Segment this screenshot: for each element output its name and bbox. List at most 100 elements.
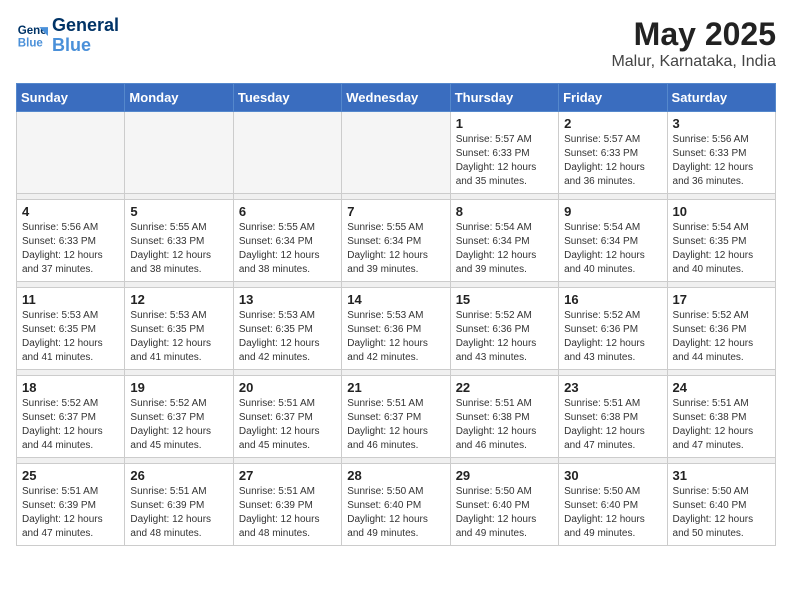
page-header: General Blue General Blue May 2025 Malur… — [16, 16, 776, 71]
day-number: 21 — [347, 380, 444, 395]
day-detail: Sunrise: 5:52 AM Sunset: 6:36 PM Dayligh… — [456, 309, 553, 365]
day-detail: Sunrise: 5:55 AM Sunset: 6:33 PM Dayligh… — [130, 221, 227, 277]
calendar-cell: 8Sunrise: 5:54 AM Sunset: 6:34 PM Daylig… — [450, 200, 558, 282]
weekday-header-friday: Friday — [559, 84, 667, 112]
day-detail: Sunrise: 5:51 AM Sunset: 6:39 PM Dayligh… — [130, 485, 227, 541]
day-number: 12 — [130, 292, 227, 307]
day-detail: Sunrise: 5:52 AM Sunset: 6:37 PM Dayligh… — [22, 397, 119, 453]
day-detail: Sunrise: 5:53 AM Sunset: 6:35 PM Dayligh… — [239, 309, 336, 365]
weekday-header-saturday: Saturday — [667, 84, 775, 112]
title-block: May 2025 Malur, Karnataka, India — [611, 16, 776, 71]
day-detail: Sunrise: 5:54 AM Sunset: 6:34 PM Dayligh… — [564, 221, 661, 277]
day-number: 7 — [347, 204, 444, 219]
day-detail: Sunrise: 5:51 AM Sunset: 6:39 PM Dayligh… — [239, 485, 336, 541]
day-number: 9 — [564, 204, 661, 219]
day-detail: Sunrise: 5:51 AM Sunset: 6:38 PM Dayligh… — [564, 397, 661, 453]
calendar-week-2: 4 Sunrise: 5:56 AM Sunset: 6:33 PM Daylig… — [17, 200, 776, 282]
logo-text: General Blue — [52, 16, 119, 56]
day-detail: Sunrise: 5:51 AM Sunset: 6:38 PM Dayligh… — [456, 397, 553, 453]
calendar-cell: 23 Sunrise: 5:51 AM Sunset: 6:38 PM Dayli… — [559, 376, 667, 458]
calendar-cell: 24Sunrise: 5:51 AM Sunset: 6:38 PM Dayli… — [667, 376, 775, 458]
day-detail: Sunrise: 5:50 AM Sunset: 6:40 PM Dayligh… — [347, 485, 444, 541]
day-number: 25 — [22, 468, 119, 483]
day-number: 17 — [673, 292, 770, 307]
calendar-cell: 7 Sunrise: 5:55 AM Sunset: 6:34 PM Daylig… — [342, 200, 450, 282]
day-detail: Sunrise: 5:56 AM Sunset: 6:33 PM Dayligh… — [22, 221, 119, 277]
weekday-header-sunday: Sunday — [17, 84, 125, 112]
day-number: 27 — [239, 468, 336, 483]
day-number: 6 — [239, 204, 336, 219]
calendar-cell: 26 Sunrise: 5:51 AM Sunset: 6:39 PM Dayli… — [125, 464, 233, 546]
day-detail: Sunrise: 5:54 AM Sunset: 6:34 PM Dayligh… — [456, 221, 553, 277]
day-detail: Sunrise: 5:55 AM Sunset: 6:34 PM Dayligh… — [347, 221, 444, 277]
day-number: 14 — [347, 292, 444, 307]
day-number: 26 — [130, 468, 227, 483]
calendar-cell: 4 Sunrise: 5:56 AM Sunset: 6:33 PM Daylig… — [17, 200, 125, 282]
day-number: 30 — [564, 468, 661, 483]
calendar-cell: 12 Sunrise: 5:53 AM Sunset: 6:35 PM Dayli… — [125, 288, 233, 370]
weekday-header-row: SundayMondayTuesdayWednesdayThursdayFrid… — [17, 84, 776, 112]
day-detail: Sunrise: 5:55 AM Sunset: 6:34 PM Dayligh… — [239, 221, 336, 277]
day-detail: Sunrise: 5:51 AM Sunset: 6:38 PM Dayligh… — [673, 397, 770, 453]
svg-text:Blue: Blue — [18, 37, 44, 49]
day-detail: Sunrise: 5:51 AM Sunset: 6:37 PM Dayligh… — [347, 397, 444, 453]
location-subtitle: Malur, Karnataka, India — [611, 53, 776, 71]
day-number: 1 — [456, 116, 553, 131]
calendar-cell: 25Sunrise: 5:51 AM Sunset: 6:39 PM Dayli… — [17, 464, 125, 546]
calendar-cell: 14Sunrise: 5:53 AM Sunset: 6:36 PM Dayli… — [342, 288, 450, 370]
calendar-cell: 30 Sunrise: 5:50 AM Sunset: 6:40 PM Dayli… — [559, 464, 667, 546]
day-number: 19 — [130, 380, 227, 395]
calendar-week-3: 11Sunrise: 5:53 AM Sunset: 6:35 PM Dayli… — [17, 288, 776, 370]
calendar-cell: 20Sunrise: 5:51 AM Sunset: 6:37 PM Dayli… — [233, 376, 341, 458]
calendar-cell: 31 Sunrise: 5:50 AM Sunset: 6:40 PM Dayli… — [667, 464, 775, 546]
calendar-cell: 5Sunrise: 5:55 AM Sunset: 6:33 PM Daylig… — [125, 200, 233, 282]
calendar-week-1: 1 Sunrise: 5:57 AM Sunset: 6:33 PM Daylig… — [17, 112, 776, 194]
weekday-header-tuesday: Tuesday — [233, 84, 341, 112]
month-year-title: May 2025 — [611, 16, 776, 53]
day-number: 16 — [564, 292, 661, 307]
day-number: 23 — [564, 380, 661, 395]
day-number: 13 — [239, 292, 336, 307]
day-number: 28 — [347, 468, 444, 483]
day-detail: Sunrise: 5:52 AM Sunset: 6:36 PM Dayligh… — [564, 309, 661, 365]
day-detail: Sunrise: 5:57 AM Sunset: 6:33 PM Dayligh… — [456, 133, 553, 189]
weekday-header-thursday: Thursday — [450, 84, 558, 112]
day-number: 18 — [22, 380, 119, 395]
day-number: 31 — [673, 468, 770, 483]
day-number: 22 — [456, 380, 553, 395]
day-number: 15 — [456, 292, 553, 307]
calendar-cell: 27 Sunrise: 5:51 AM Sunset: 6:39 PM Dayli… — [233, 464, 341, 546]
weekday-header-wednesday: Wednesday — [342, 84, 450, 112]
calendar-cell: 3 Sunrise: 5:56 AM Sunset: 6:33 PM Daylig… — [667, 112, 775, 194]
day-number: 10 — [673, 204, 770, 219]
day-detail: Sunrise: 5:51 AM Sunset: 6:37 PM Dayligh… — [239, 397, 336, 453]
calendar-cell: 16 Sunrise: 5:52 AM Sunset: 6:36 PM Dayli… — [559, 288, 667, 370]
calendar-cell: 9 Sunrise: 5:54 AM Sunset: 6:34 PM Daylig… — [559, 200, 667, 282]
calendar-cell: 18 Sunrise: 5:52 AM Sunset: 6:37 PM Dayli… — [17, 376, 125, 458]
logo-icon: General Blue — [16, 20, 48, 52]
day-detail: Sunrise: 5:50 AM Sunset: 6:40 PM Dayligh… — [564, 485, 661, 541]
day-number: 29 — [456, 468, 553, 483]
day-detail: Sunrise: 5:54 AM Sunset: 6:35 PM Dayligh… — [673, 221, 770, 277]
calendar-cell: 13 Sunrise: 5:53 AM Sunset: 6:35 PM Dayli… — [233, 288, 341, 370]
calendar-cell: 11Sunrise: 5:53 AM Sunset: 6:35 PM Dayli… — [17, 288, 125, 370]
day-detail: Sunrise: 5:53 AM Sunset: 6:35 PM Dayligh… — [130, 309, 227, 365]
day-detail: Sunrise: 5:53 AM Sunset: 6:35 PM Dayligh… — [22, 309, 119, 365]
calendar-cell: 10 Sunrise: 5:54 AM Sunset: 6:35 PM Dayli… — [667, 200, 775, 282]
day-detail: Sunrise: 5:52 AM Sunset: 6:36 PM Dayligh… — [673, 309, 770, 365]
calendar-cell: 15 Sunrise: 5:52 AM Sunset: 6:36 PM Dayli… — [450, 288, 558, 370]
calendar-cell: 29 Sunrise: 5:50 AM Sunset: 6:40 PM Dayli… — [450, 464, 558, 546]
calendar-week-4: 18 Sunrise: 5:52 AM Sunset: 6:37 PM Dayli… — [17, 376, 776, 458]
day-number: 3 — [673, 116, 770, 131]
weekday-header-monday: Monday — [125, 84, 233, 112]
calendar-cell: 1 Sunrise: 5:57 AM Sunset: 6:33 PM Daylig… — [450, 112, 558, 194]
day-detail: Sunrise: 5:57 AM Sunset: 6:33 PM Dayligh… — [564, 133, 661, 189]
calendar-week-5: 25 Sunrise: 5:51 AM Sunset: 6:39 PM Dayli… — [17, 464, 776, 546]
logo: General Blue General Blue — [16, 16, 119, 56]
calendar-cell — [17, 112, 125, 194]
day-detail: Sunrise: 5:56 AM Sunset: 6:33 PM Dayligh… — [673, 133, 770, 189]
day-detail: Sunrise: 5:50 AM Sunset: 6:40 PM Dayligh… — [456, 485, 553, 541]
day-detail: Sunrise: 5:50 AM Sunset: 6:40 PM Dayligh… — [673, 485, 770, 541]
calendar-cell — [125, 112, 233, 194]
day-number: 4 — [22, 204, 119, 219]
